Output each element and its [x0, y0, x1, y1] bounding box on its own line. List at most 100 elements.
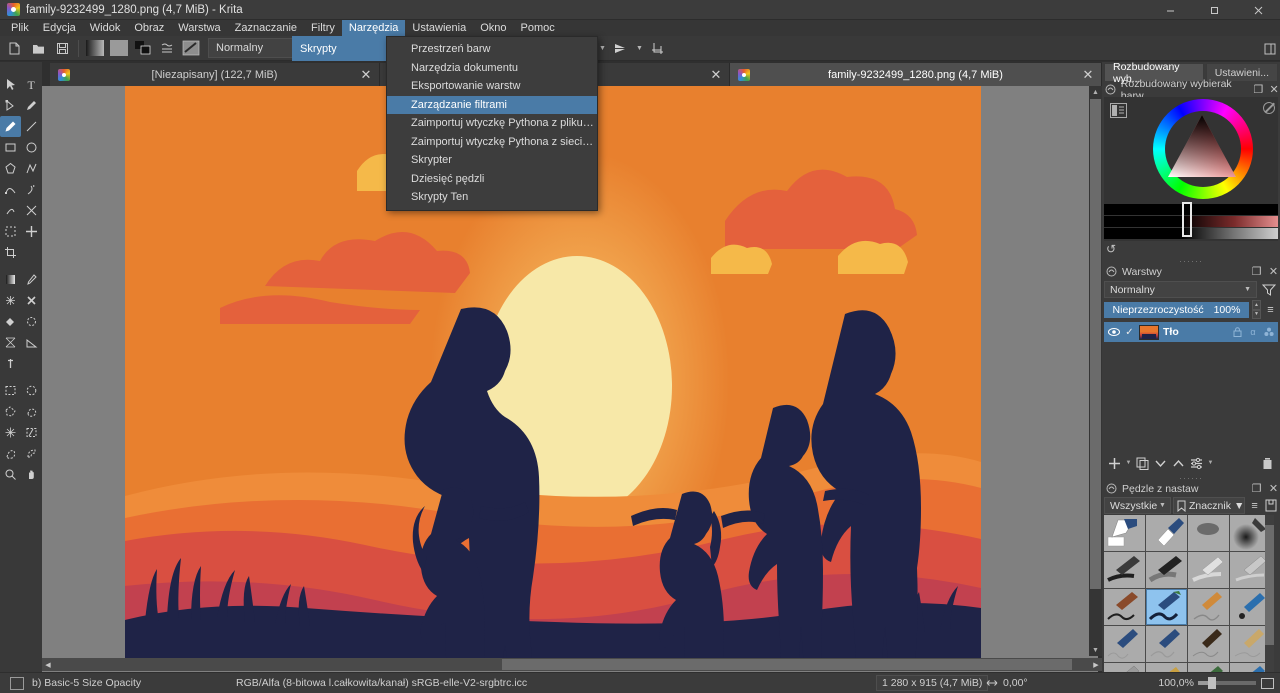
add-layer-button[interactable] [1106, 454, 1123, 473]
close-tab-icon[interactable]: ✕ [359, 67, 373, 83]
wrap-around-icon[interactable] [647, 38, 669, 59]
calligraphy-tool-icon[interactable] [21, 95, 42, 116]
float-docker-icon[interactable]: ❐ [1250, 482, 1263, 495]
brush-preset-icon[interactable] [180, 38, 202, 59]
contiguous-selection-tool-icon[interactable] [0, 422, 21, 443]
menu-zaznaczanie[interactable]: Zaznaczanie [228, 20, 304, 36]
docker-splitter[interactable]: ······ [1102, 256, 1280, 266]
dynamic-brush-tool-icon[interactable] [0, 200, 21, 221]
multibrush-tool-icon[interactable] [21, 200, 42, 221]
layer-filter-icon[interactable] [1260, 281, 1278, 298]
line-tool-icon[interactable] [21, 116, 42, 137]
scroll-right-icon[interactable]: ▶ [1090, 658, 1102, 671]
menu-widok[interactable]: Widok [83, 20, 128, 36]
close-tab-icon[interactable]: ✕ [709, 67, 723, 83]
scroll-down-icon[interactable]: ▼ [1089, 644, 1102, 656]
list-item[interactable] [1188, 589, 1229, 625]
save-file-icon[interactable] [51, 38, 73, 59]
measure-tool-icon[interactable] [21, 332, 42, 353]
reference-images-tool-icon[interactable] [0, 353, 21, 374]
similar-color-selection-tool-icon[interactable] [21, 422, 42, 443]
docker-handle-icon[interactable] [1105, 482, 1118, 495]
menu-item-skrypty-ten[interactable]: Skrypty Ten [387, 188, 597, 207]
menu-okno[interactable]: Okno [473, 20, 513, 36]
layers-menu-icon[interactable]: ≡ [1263, 302, 1278, 318]
move-layer-up-button[interactable] [1170, 454, 1187, 473]
alpha-lock-icon[interactable]: α [1247, 326, 1259, 339]
freehand-path-tool-icon[interactable] [21, 179, 42, 200]
document-tab-3[interactable]: family-9232499_1280.png (4,7 MiB) ✕ [730, 63, 1102, 86]
docker-splitter[interactable]: ······ [1102, 473, 1280, 483]
brush-tag-select[interactable]: Znacznik ▼ [1172, 497, 1246, 514]
fill-tool-icon[interactable] [0, 311, 21, 332]
eye-icon[interactable] [1107, 326, 1120, 339]
bezier-selection-tool-icon[interactable] [0, 443, 21, 464]
list-item[interactable] [1146, 626, 1187, 662]
reset-color-icon[interactable]: ↺ [1106, 242, 1116, 256]
brush-grid-scrollbar[interactable] [1265, 515, 1274, 693]
vertical-scroll-thumb[interactable] [1090, 99, 1101, 589]
docker-handle-icon[interactable] [1105, 265, 1118, 278]
list-item[interactable] [1104, 626, 1145, 662]
transform-tool-icon[interactable] [0, 221, 21, 242]
menu-item-skrypter[interactable]: Skrypter [387, 151, 597, 170]
list-item[interactable] [1104, 515, 1145, 551]
elliptical-selection-tool-icon[interactable] [21, 380, 42, 401]
polygon-tool-icon[interactable] [0, 158, 21, 179]
list-item[interactable] [1188, 626, 1229, 662]
menu-item-zarzadzanie-filtrami[interactable]: Zarządzanie filtrami [387, 95, 597, 114]
zoom-tool-icon[interactable] [0, 464, 21, 485]
layer-opacity-slider[interactable]: Nieprzezroczystość 100% [1104, 301, 1249, 318]
layer-blend-mode-select[interactable]: Normalny ▼ [1104, 281, 1257, 298]
polyline-tool-icon[interactable] [21, 158, 42, 179]
scroll-up-icon[interactable]: ▲ [1089, 86, 1102, 98]
new-file-icon[interactable] [3, 38, 25, 59]
zoom-slider[interactable] [1198, 677, 1256, 689]
delete-layer-button[interactable] [1259, 454, 1276, 473]
mirror-v-dropdown-icon[interactable]: ▼ [634, 39, 645, 58]
menu-item-import-plugin-siec[interactable]: Zaimportuj wtyczkę Pythona z sieci… [387, 133, 597, 152]
menu-edycja[interactable]: Edycja [36, 20, 83, 36]
brush-preset-status-icon[interactable] [10, 676, 24, 690]
freehand-brush-tool-icon[interactable] [0, 116, 21, 137]
list-item[interactable] [1146, 589, 1187, 625]
canvas-vertical-scrollbar[interactable]: ▲ ▼ [1089, 86, 1102, 656]
select-shapes-tool-icon[interactable] [0, 74, 21, 95]
menu-pomoc[interactable]: Pomoc [514, 20, 562, 36]
horizontal-scroll-thumb[interactable] [502, 659, 1072, 670]
add-layer-dropdown-icon[interactable]: ▼ [1124, 454, 1133, 473]
lock-icon[interactable] [1231, 326, 1243, 339]
menu-narzedzia[interactable]: Narzędzia [341, 20, 406, 36]
list-item[interactable] [1104, 552, 1145, 588]
layer-list[interactable]: ✓ Tło α [1104, 322, 1278, 452]
close-docker-icon[interactable]: ✕ [1268, 83, 1280, 96]
menu-item-import-plugin-plik[interactable]: Zaimportuj wtyczkę Pythona z pliku… [387, 114, 597, 133]
color-slider-handle[interactable] [1182, 202, 1192, 237]
table-row[interactable]: ✓ Tło α [1104, 322, 1278, 342]
polygonal-selection-tool-icon[interactable] [0, 401, 21, 422]
brush-preset-grid[interactable] [1104, 515, 1274, 693]
text-tool-icon[interactable]: T [21, 74, 42, 95]
channel-icon[interactable] [1263, 326, 1275, 339]
crop-tool-icon[interactable] [0, 242, 21, 263]
open-file-icon[interactable] [27, 38, 49, 59]
layer-properties-dropdown-icon[interactable]: ▼ [1206, 454, 1215, 473]
color-wheel-area[interactable] [1104, 97, 1278, 202]
list-item[interactable] [1104, 589, 1145, 625]
mirror-h-dropdown-icon[interactable]: ▼ [597, 39, 608, 58]
preset-list-icon[interactable] [156, 38, 178, 59]
pan-tool-icon[interactable] [21, 464, 42, 485]
move-layer-down-button[interactable] [1152, 454, 1169, 473]
list-item[interactable] [1146, 552, 1187, 588]
close-button[interactable] [1236, 0, 1280, 20]
menu-warstwa[interactable]: Warstwa [171, 20, 227, 36]
layer-checkbox[interactable]: ✓ [1124, 327, 1135, 338]
menu-item-dziesiec-pedzli[interactable]: Dziesięć pędzli [387, 170, 597, 189]
bezier-curve-tool-icon[interactable] [0, 179, 21, 200]
menu-item-przestrzen-barw[interactable]: Przestrzeń barw [387, 40, 597, 59]
menu-obraz[interactable]: Obraz [127, 20, 171, 36]
toolbar-overflow-icon[interactable] [1260, 36, 1280, 61]
assistant-tool-icon[interactable] [0, 332, 21, 353]
gradient-tool-icon[interactable] [0, 269, 21, 290]
color-selector-config-icon[interactable] [1110, 103, 1127, 118]
